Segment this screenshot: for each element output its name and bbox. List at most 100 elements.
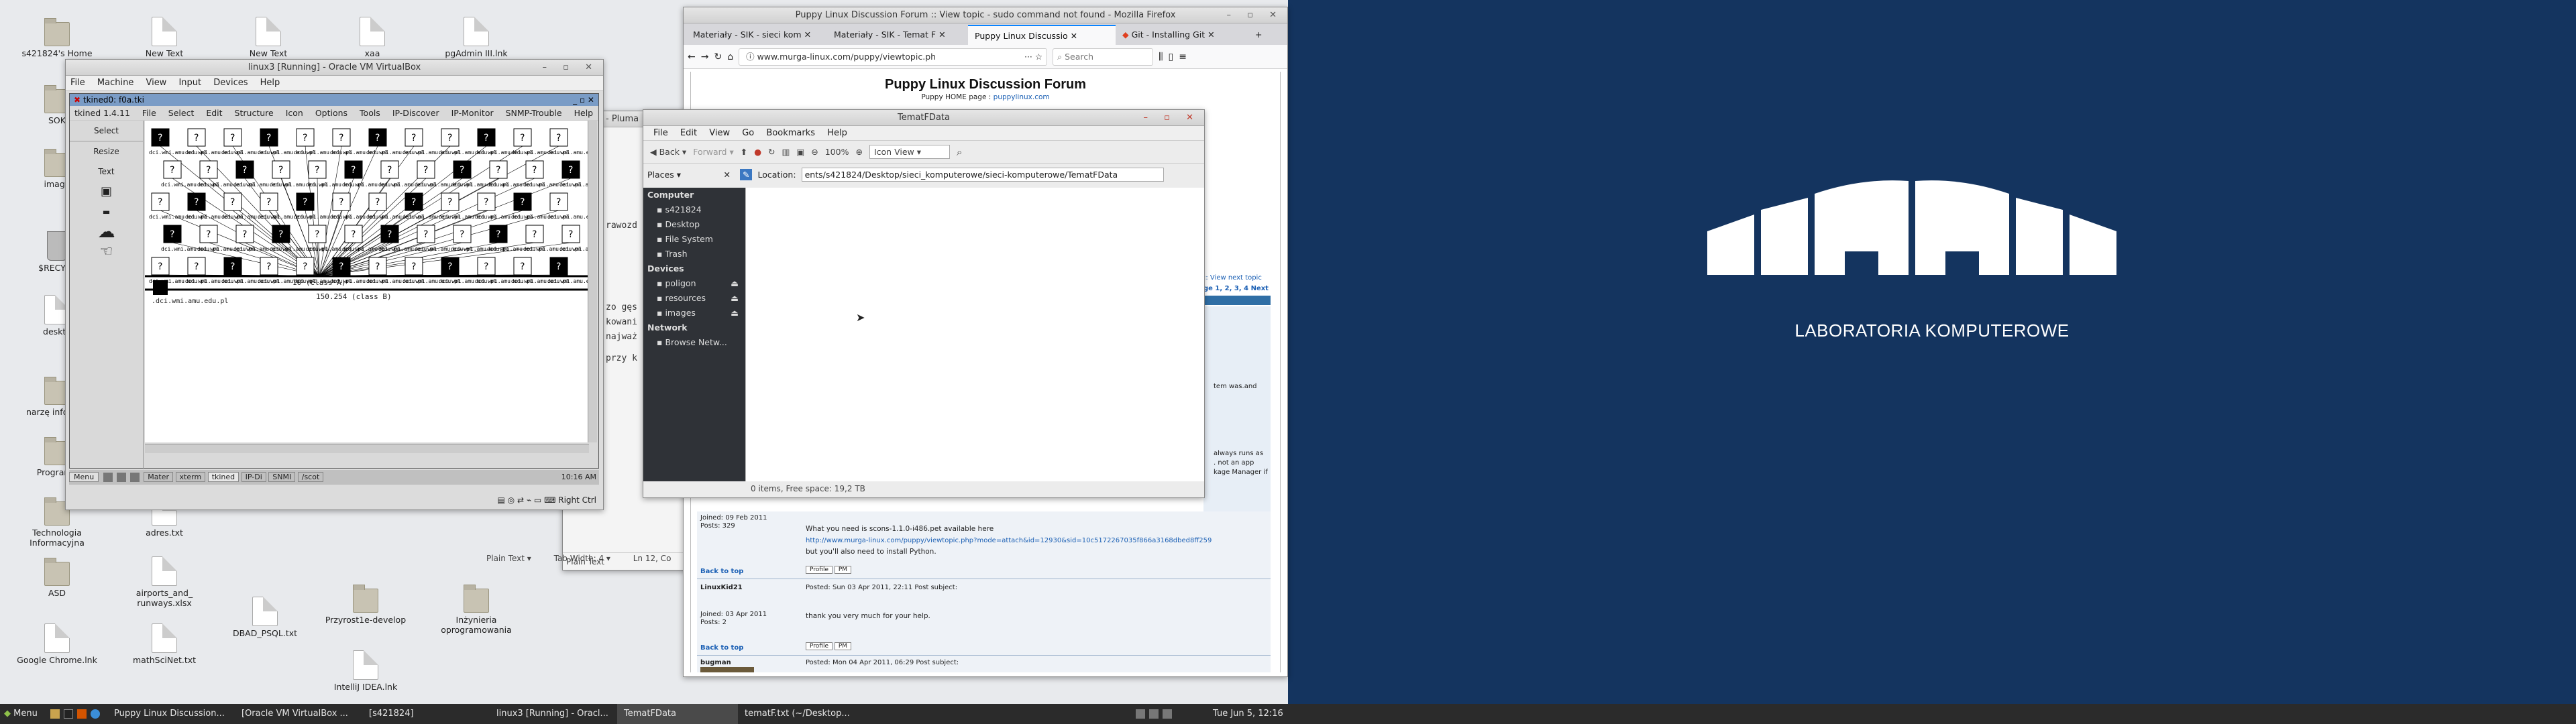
net-label[interactable]: 10 (class A) — [292, 278, 345, 287]
volume-tray-icon[interactable] — [1149, 709, 1159, 719]
file-view[interactable] — [745, 188, 1204, 481]
places-item[interactable]: ▪ Browse Netw... — [647, 335, 745, 350]
desktop-icon[interactable]: ASD — [13, 556, 101, 598]
places-item[interactable]: ▪ File System — [647, 232, 745, 247]
library-icon[interactable]: ⫼ — [1159, 52, 1163, 62]
guest-task-mater[interactable]: Mater — [144, 472, 174, 482]
eject-icon[interactable]: ⏏ — [731, 276, 745, 291]
tool-resize[interactable]: Resize — [70, 141, 143, 162]
tkined-menu-ip-discover[interactable]: IP-Discover — [388, 108, 444, 118]
desktop-icon[interactable]: mathSciNet.txt — [121, 623, 208, 665]
desktop-icon[interactable]: New Text — [121, 17, 208, 58]
back-arrow-icon[interactable]: ← — [688, 52, 696, 62]
vbox-menu-file[interactable]: File — [66, 78, 90, 88]
tab-materialy-2[interactable]: Materiały - SIK - Temat F ✕ — [827, 25, 968, 45]
home-link[interactable]: puppylinux.com — [994, 93, 1050, 101]
host-node[interactable] — [153, 280, 168, 295]
fm-menu-go[interactable]: Go — [737, 128, 759, 138]
fm-menu-view[interactable]: View — [704, 128, 735, 138]
toggle-path-icon[interactable]: ✎ — [740, 168, 753, 180]
vbox-menu-devices[interactable]: Devices — [209, 78, 252, 88]
node-label[interactable]: .dci.wmi.amu.edu.pl — [152, 298, 228, 305]
view-mode-select[interactable]: Icon View ▾ — [869, 145, 950, 159]
places-item[interactable]: ▪ resources ⏏ — [647, 291, 745, 306]
usb-icon[interactable]: ⌁ — [527, 495, 531, 505]
taskbar-item[interactable]: TematFData — [617, 704, 738, 724]
app-icon[interactable] — [103, 473, 113, 482]
search-field[interactable]: ⌕ Search — [1053, 48, 1154, 66]
tab-puppy-forum[interactable]: Puppy Linux Discussio ✕ — [968, 25, 1116, 45]
start-menu-button[interactable]: ◆ Menu — [4, 704, 38, 724]
desktop-icon[interactable]: Inżynieria oprogramowania — [433, 583, 520, 635]
desktop-icon[interactable]: s421824's Home — [13, 17, 101, 58]
zoom-in-icon[interactable]: ⊕ — [855, 147, 862, 157]
places-item[interactable]: ▪ s421824 — [647, 202, 745, 217]
terminal-icon[interactable] — [64, 709, 73, 719]
file-manager-icon[interactable] — [50, 709, 60, 719]
taskbar-item[interactable]: Puppy Linux Discussion... — [107, 704, 235, 724]
desktop-icon[interactable]: New Text — [225, 17, 312, 58]
home-folder-icon[interactable]: ▥ — [782, 147, 790, 157]
chrome-icon[interactable] — [91, 709, 100, 719]
machine-tool-icon[interactable]: ▣ — [70, 182, 143, 202]
vbox-menu-help[interactable]: Help — [256, 78, 285, 88]
eject-icon[interactable]: ⏏ — [731, 306, 745, 320]
taskbar-item[interactable]: [s421824] — [362, 704, 490, 724]
stop-icon[interactable]: ● — [754, 147, 761, 157]
forward-button[interactable]: Forward ▾ — [693, 147, 734, 157]
update-tray-icon[interactable] — [1163, 709, 1172, 719]
hand-tool-icon[interactable]: ☜ — [70, 242, 143, 262]
tkined-menu-help[interactable]: Help — [570, 108, 598, 118]
cloud-tool-icon[interactable]: ☁ — [70, 222, 143, 242]
location-input[interactable]: ents/s421824/Desktop/sieci_komputerowe/s… — [801, 167, 1164, 182]
tab-width-label[interactable]: Tab Width: 4 — [554, 554, 604, 563]
pagination[interactable]: ge 1, 2, 3, 4 Next — [1203, 285, 1269, 292]
tkined-menu-options[interactable]: Options — [311, 108, 352, 118]
vbox-menu-machine[interactable]: Machine — [93, 78, 138, 88]
reload-icon[interactable]: ↻ — [768, 147, 775, 157]
vertical-scrollbar[interactable] — [588, 121, 597, 442]
places-item[interactable]: ▪ Trash — [647, 247, 745, 261]
virtualbox-window[interactable]: linux3 [Running] - Oracle VM VirtualBox –… — [65, 59, 604, 510]
tool-text[interactable]: Text — [70, 162, 143, 182]
back-button[interactable]: ◀ Back ▾ — [650, 147, 686, 157]
tkined-menu-structure[interactable]: Structure — [230, 108, 278, 118]
forward-arrow-icon[interactable]: → — [701, 52, 709, 62]
close-icon[interactable]: ✖ — [74, 95, 83, 105]
tkined-menu-file[interactable]: File — [138, 108, 161, 118]
home-icon[interactable]: ⌂ — [727, 52, 733, 62]
fm-menu-help[interactable]: Help — [822, 128, 852, 138]
zoom-out-icon[interactable]: ⊖ — [811, 147, 818, 157]
tkined-menu-tools[interactable]: Tools — [355, 108, 385, 118]
computer-icon[interactable]: ▣ — [796, 147, 804, 157]
view-next-topic-link[interactable]: :: View next topic — [1203, 274, 1262, 282]
new-tab-button[interactable]: + — [1250, 25, 1267, 45]
vbox-menu-input[interactable]: Input — [174, 78, 206, 88]
fm-menu-file[interactable]: File — [649, 128, 673, 138]
guest-task-tkined[interactable]: tkined — [207, 472, 239, 482]
network-map-canvas[interactable]: ? dci.wmi.amu.edu.pl? dci.wmi.amu.edu.pl? d… — [145, 121, 589, 442]
optical-icon[interactable]: ◎ — [508, 495, 515, 505]
network-icon[interactable]: ⇄ — [517, 495, 524, 505]
horizontal-scrollbar[interactable] — [145, 444, 589, 453]
profile-button[interactable]: Profile — [806, 642, 833, 650]
fm-menu-bookmarks[interactable]: Bookmarks — [761, 128, 820, 138]
app-icon[interactable] — [116, 473, 126, 482]
mail-icon[interactable] — [77, 709, 87, 719]
guest-task-ipdi[interactable]: IP-Di — [241, 472, 266, 482]
profile-button[interactable]: Profile — [806, 566, 833, 574]
tkined-menu-icon[interactable]: Icon — [281, 108, 308, 118]
hdd-icon[interactable]: ▤ — [497, 495, 504, 505]
places-header[interactable]: Places ▾ ✕ — [647, 170, 735, 180]
reload-icon[interactable]: ↻ — [714, 52, 722, 62]
tkined-menu-edit[interactable]: Edit — [201, 108, 227, 118]
places-item[interactable]: ▪ Desktop — [647, 217, 745, 232]
vbox-menu-view[interactable]: View — [141, 78, 171, 88]
taskbar-item[interactable]: tematF.txt (~/Desktop... — [738, 704, 865, 724]
syntax-label[interactable]: Plain Text — [486, 554, 525, 563]
desktop-icon[interactable]: xaa — [329, 17, 416, 58]
places-item[interactable]: ▪ images ⏏ — [647, 306, 745, 320]
desktop-icon[interactable]: Google Chrome.lnk — [13, 623, 101, 665]
guest-task-snmi[interactable]: SNMI — [268, 472, 296, 482]
desktop-icon[interactable]: pgAdmin III.lnk — [433, 17, 520, 58]
